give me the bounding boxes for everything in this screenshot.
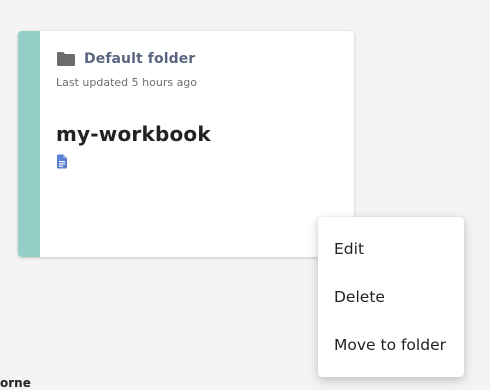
workbook-title[interactable]: my-workbook: [56, 122, 342, 146]
card-context-menu: Edit Delete Move to folder: [318, 217, 464, 377]
card-accent-strip: [18, 31, 40, 257]
last-updated-text: Last updated 5 hours ago: [56, 76, 198, 89]
menu-item-delete[interactable]: Delete: [318, 273, 464, 321]
document-icon: [56, 154, 68, 169]
folder-row[interactable]: Default folder: [56, 49, 342, 69]
menu-item-edit[interactable]: Edit: [318, 225, 464, 273]
menu-item-move-to-folder[interactable]: Move to folder: [318, 321, 464, 369]
folder-icon: [56, 51, 76, 67]
folder-name[interactable]: Default folder: [84, 51, 195, 67]
workbook-card[interactable]: Default folder Last updated 5 hours ago …: [18, 31, 354, 257]
partially-visible-heading: orne: [0, 376, 31, 390]
card-body: Default folder Last updated 5 hours ago …: [56, 49, 342, 247]
